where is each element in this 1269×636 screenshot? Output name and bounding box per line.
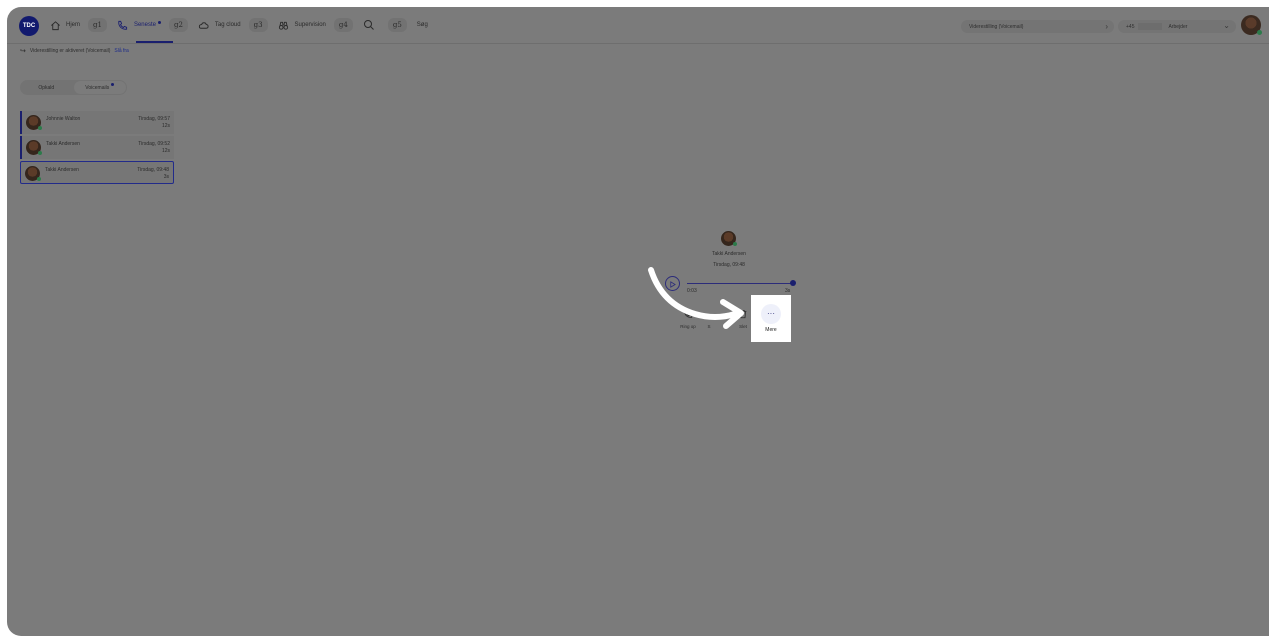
nav-item-seneste[interactable]: Seneste <box>117 17 174 43</box>
avatar <box>25 166 41 181</box>
playback-thumb[interactable] <box>790 280 796 286</box>
list-item[interactable]: Johnnie Walton Tirsdag, 09:57 12s <box>20 111 174 134</box>
chevron-down-icon: ⌄ <box>1223 21 1230 30</box>
nav-item-supervision[interactable]: Supervision <box>278 17 326 33</box>
disable-forwarding-link[interactable]: Slå fra <box>114 48 128 54</box>
call-duration: 12s <box>161 123 170 129</box>
forwarding-banner: ↪ Viderestilling er aktiveret (Voicemail… <box>20 47 129 55</box>
tab-opkald[interactable]: Opkald <box>20 80 73 95</box>
tdc-logo[interactable]: TDC <box>19 16 39 36</box>
call-time: Tirsdag, 09:48 <box>137 167 169 173</box>
shortcut-badge: g4 <box>333 18 353 32</box>
cloud-icon <box>198 19 210 31</box>
detail-caller-name: Takki Andersen <box>712 251 746 257</box>
nav-label: Tag cloud <box>214 22 241 28</box>
list-item-selected[interactable]: Takki Andersen Tirsdag, 09:48 3s <box>20 161 174 184</box>
phone-prefix: +45 <box>1126 23 1135 30</box>
shortcut-badge: g1 <box>88 18 107 32</box>
call-time: Tirsdag, 09:57 <box>138 116 170 122</box>
tab-label: Opkald <box>38 84 55 91</box>
forwarding-select[interactable]: Viderestilling (Voicemail) › <box>961 20 1114 33</box>
notification-dot <box>111 83 115 86</box>
detail-avatar <box>721 231 737 246</box>
avatar <box>26 140 42 155</box>
list-item[interactable]: Takki Andersen Tirsdag, 09:52 12s <box>20 136 174 159</box>
status-label: Arbejder <box>1168 23 1188 30</box>
nav-item-tag-cloud[interactable]: Tag cloud <box>198 17 241 33</box>
forwarding-select-value: Viderestilling (Voicemail) <box>969 23 1024 30</box>
nav-item-hjem[interactable]: Hjem <box>49 17 80 33</box>
tab-label: Voicemails <box>85 84 110 91</box>
caller-name: Takki Andersen <box>46 141 80 147</box>
tutorial-arrow-icon <box>648 267 744 329</box>
chevron-right-icon: › <box>1105 22 1108 31</box>
user-avatar[interactable] <box>1241 15 1262 35</box>
top-bar: TDC Hjem g1 Seneste g2 Tag cloud g3 Supe… <box>7 7 1269 44</box>
nav-label: Søg <box>416 22 428 28</box>
home-icon <box>49 19 61 31</box>
call-duration: 12s <box>161 148 170 154</box>
voicemail-list: Johnnie Walton Tirsdag, 09:57 12s Takki … <box>20 111 174 186</box>
nav-label: Seneste <box>133 22 156 28</box>
call-time: Tirsdag, 09:52 <box>138 141 170 147</box>
app-window: TDC Hjem g1 Seneste g2 Tag cloud g3 Supe… <box>7 7 1269 636</box>
caller-name: Johnnie Walton <box>46 116 81 122</box>
tab-voicemails[interactable]: Voicemails <box>73 81 126 94</box>
call-tabs: Opkald Voicemails <box>20 80 127 95</box>
search-icon <box>363 19 375 31</box>
call-forward-icon: ↪ <box>20 48 26 55</box>
nav-item-sog-icon-wrap[interactable] <box>363 17 380 33</box>
avatar <box>26 115 42 130</box>
phone-icon <box>117 19 129 31</box>
nav-item-sog[interactable]: Søg <box>417 17 428 33</box>
phone-number-redacted <box>1138 23 1163 30</box>
status-select[interactable]: +45 Arbejder ⌄ <box>1118 20 1236 33</box>
caller-name: Takki Andersen <box>45 167 79 173</box>
shortcut-badge: g2 <box>168 18 188 32</box>
playback-length: 3s <box>785 288 791 294</box>
notification-dot <box>157 20 161 24</box>
main-nav: Hjem g1 Seneste g2 Tag cloud g3 Supervis… <box>49 17 436 43</box>
nav-label: Hjem <box>66 22 81 28</box>
call-duration: 3s <box>163 174 169 180</box>
nav-label: Supervision <box>294 22 326 28</box>
banner-text: Viderestilling er aktiveret (Voicemail) <box>29 48 111 54</box>
shortcut-badge: g5 <box>387 18 407 32</box>
shortcut-badge: g3 <box>248 18 268 32</box>
binoculars-icon <box>278 19 290 31</box>
